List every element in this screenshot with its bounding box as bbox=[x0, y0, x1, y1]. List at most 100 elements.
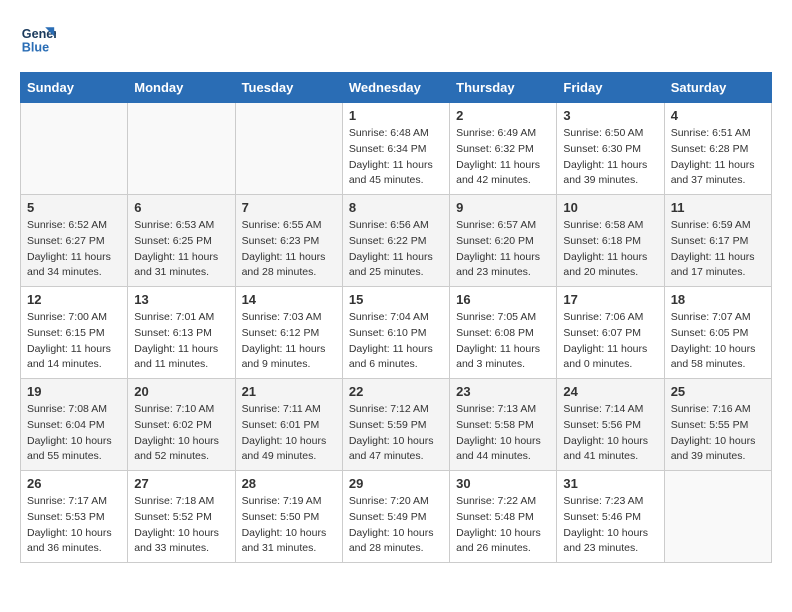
calendar-cell: 10 Sunrise: 6:58 AMSunset: 6:18 PMDayligh… bbox=[557, 195, 664, 287]
calendar-cell: 25Sunrise: 7:16 AMSunset: 5:55 PMDayligh… bbox=[664, 379, 771, 471]
day-info-line: Sunset: 6:22 PM bbox=[349, 234, 443, 250]
day-info-line: Sunrise: 6:49 AM bbox=[456, 126, 550, 142]
calendar-cell: 30Sunrise: 7:22 AMSunset: 5:48 PMDayligh… bbox=[450, 471, 557, 563]
day-info-line: Sunrise: 6:55 AM bbox=[242, 218, 336, 234]
calendar-cell: 27Sunrise: 7:18 AMSunset: 5:52 PMDayligh… bbox=[128, 471, 235, 563]
day-info-line: Daylight: 10 hours and 47 minutes. bbox=[349, 434, 443, 466]
day-info-line: Sunrise: 7:08 AM bbox=[27, 402, 121, 418]
weekday-header-row: SundayMondayTuesdayWednesdayThursdayFrid… bbox=[21, 73, 772, 103]
calendar-week-row: 1Sunrise: 6:48 AMSunset: 6:34 PMDaylight… bbox=[21, 103, 772, 195]
day-info-line: Sunrise: 7:18 AM bbox=[134, 494, 228, 510]
calendar-cell: 13Sunrise: 7:01 AMSunset: 6:13 PMDayligh… bbox=[128, 287, 235, 379]
day-info-line: Sunset: 6:02 PM bbox=[134, 418, 228, 434]
calendar-cell: 29Sunrise: 7:20 AMSunset: 5:49 PMDayligh… bbox=[342, 471, 449, 563]
day-info-line: Sunset: 5:46 PM bbox=[563, 510, 657, 526]
calendar-cell: 18Sunrise: 7:07 AMSunset: 6:05 PMDayligh… bbox=[664, 287, 771, 379]
weekday-header-wednesday: Wednesday bbox=[342, 73, 449, 103]
calendar-cell: 15Sunrise: 7:04 AMSunset: 6:10 PMDayligh… bbox=[342, 287, 449, 379]
day-info-line: Daylight: 11 hours and 14 minutes. bbox=[27, 342, 121, 374]
day-info-line: Sunrise: 6:58 AM bbox=[563, 218, 657, 234]
day-info-line: Sunset: 5:50 PM bbox=[242, 510, 336, 526]
day-info-line: Sunset: 5:48 PM bbox=[456, 510, 550, 526]
day-number: 14 bbox=[242, 292, 336, 307]
day-info-line: Daylight: 10 hours and 52 minutes. bbox=[134, 434, 228, 466]
calendar-cell: 21Sunrise: 7:11 AMSunset: 6:01 PMDayligh… bbox=[235, 379, 342, 471]
calendar-cell: 2Sunrise: 6:49 AMSunset: 6:32 PMDaylight… bbox=[450, 103, 557, 195]
day-number: 23 bbox=[456, 384, 550, 399]
day-info-line: Sunrise: 6:57 AM bbox=[456, 218, 550, 234]
day-number: 25 bbox=[671, 384, 765, 399]
day-number: 6 bbox=[134, 200, 228, 215]
calendar-cell: 3Sunrise: 6:50 AMSunset: 6:30 PMDaylight… bbox=[557, 103, 664, 195]
day-info-line: Sunset: 5:56 PM bbox=[563, 418, 657, 434]
day-info-line: Sunset: 6:07 PM bbox=[563, 326, 657, 342]
day-number: 26 bbox=[27, 476, 121, 491]
calendar-cell: 17Sunrise: 7:06 AMSunset: 6:07 PMDayligh… bbox=[557, 287, 664, 379]
day-info-line: Sunrise: 7:13 AM bbox=[456, 402, 550, 418]
calendar-cell: 19Sunrise: 7:08 AMSunset: 6:04 PMDayligh… bbox=[21, 379, 128, 471]
calendar-cell: 23Sunrise: 7:13 AMSunset: 5:58 PMDayligh… bbox=[450, 379, 557, 471]
day-info-line: Sunset: 6:12 PM bbox=[242, 326, 336, 342]
calendar-cell: 1Sunrise: 6:48 AMSunset: 6:34 PMDaylight… bbox=[342, 103, 449, 195]
logo-icon: General Blue bbox=[20, 20, 56, 56]
day-info-line: Sunset: 6:10 PM bbox=[349, 326, 443, 342]
calendar-cell: 9Sunrise: 6:57 AMSunset: 6:20 PMDaylight… bbox=[450, 195, 557, 287]
day-info-line: Sunrise: 7:23 AM bbox=[563, 494, 657, 510]
logo: General Blue bbox=[20, 20, 60, 56]
calendar-cell: 5Sunrise: 6:52 AMSunset: 6:27 PMDaylight… bbox=[21, 195, 128, 287]
day-info-line: Daylight: 11 hours and 39 minutes. bbox=[563, 158, 657, 190]
day-info-line: Sunset: 6:25 PM bbox=[134, 234, 228, 250]
day-info-line: Sunset: 6:05 PM bbox=[671, 326, 765, 342]
calendar-cell: 11Sunrise: 6:59 AMSunset: 6:17 PMDayligh… bbox=[664, 195, 771, 287]
day-info-line: Daylight: 11 hours and 31 minutes. bbox=[134, 250, 228, 282]
day-info-line: Daylight: 10 hours and 41 minutes. bbox=[563, 434, 657, 466]
day-number: 4 bbox=[671, 108, 765, 123]
day-number: 30 bbox=[456, 476, 550, 491]
day-number: 19 bbox=[27, 384, 121, 399]
day-info-line: Sunrise: 7:16 AM bbox=[671, 402, 765, 418]
calendar-cell: 4Sunrise: 6:51 AMSunset: 6:28 PMDaylight… bbox=[664, 103, 771, 195]
day-info-line: Sunrise: 7:01 AM bbox=[134, 310, 228, 326]
day-info-line: Sunset: 5:59 PM bbox=[349, 418, 443, 434]
calendar-week-row: 12Sunrise: 7:00 AMSunset: 6:15 PMDayligh… bbox=[21, 287, 772, 379]
day-info-line: Sunrise: 7:20 AM bbox=[349, 494, 443, 510]
day-number: 13 bbox=[134, 292, 228, 307]
day-info-line: Daylight: 11 hours and 11 minutes. bbox=[134, 342, 228, 374]
day-info-line: Daylight: 11 hours and 20 minutes. bbox=[563, 250, 657, 282]
day-info-line: Sunrise: 7:04 AM bbox=[349, 310, 443, 326]
day-number: 27 bbox=[134, 476, 228, 491]
day-number: 5 bbox=[27, 200, 121, 215]
day-info-line: Sunrise: 7:10 AM bbox=[134, 402, 228, 418]
weekday-header-tuesday: Tuesday bbox=[235, 73, 342, 103]
weekday-header-friday: Friday bbox=[557, 73, 664, 103]
day-info-line: Sunrise: 7:11 AM bbox=[242, 402, 336, 418]
day-info-line: Daylight: 10 hours and 49 minutes. bbox=[242, 434, 336, 466]
day-number: 11 bbox=[671, 200, 765, 215]
calendar-cell bbox=[664, 471, 771, 563]
calendar-cell: 7Sunrise: 6:55 AMSunset: 6:23 PMDaylight… bbox=[235, 195, 342, 287]
day-info-line: Daylight: 11 hours and 42 minutes. bbox=[456, 158, 550, 190]
day-info-line: Sunset: 6:17 PM bbox=[671, 234, 765, 250]
day-number: 17 bbox=[563, 292, 657, 307]
day-number: 10 bbox=[563, 200, 657, 215]
day-number: 16 bbox=[456, 292, 550, 307]
calendar-cell: 16Sunrise: 7:05 AMSunset: 6:08 PMDayligh… bbox=[450, 287, 557, 379]
day-info-line: Sunset: 6:18 PM bbox=[563, 234, 657, 250]
day-info-line: Daylight: 10 hours and 26 minutes. bbox=[456, 526, 550, 558]
day-info-line: Sunrise: 7:05 AM bbox=[456, 310, 550, 326]
calendar-cell bbox=[235, 103, 342, 195]
day-info-line: Sunrise: 7:19 AM bbox=[242, 494, 336, 510]
day-number: 21 bbox=[242, 384, 336, 399]
calendar-cell: 12Sunrise: 7:00 AMSunset: 6:15 PMDayligh… bbox=[21, 287, 128, 379]
day-info-line: Sunset: 6:30 PM bbox=[563, 142, 657, 158]
day-info-line: Sunrise: 6:59 AM bbox=[671, 218, 765, 234]
calendar-table: SundayMondayTuesdayWednesdayThursdayFrid… bbox=[20, 72, 772, 563]
day-info-line: Sunset: 6:34 PM bbox=[349, 142, 443, 158]
calendar-cell: 6Sunrise: 6:53 AMSunset: 6:25 PMDaylight… bbox=[128, 195, 235, 287]
day-number: 29 bbox=[349, 476, 443, 491]
day-info-line: Daylight: 11 hours and 9 minutes. bbox=[242, 342, 336, 374]
day-info-line: Sunset: 6:28 PM bbox=[671, 142, 765, 158]
day-info-line: Daylight: 10 hours and 33 minutes. bbox=[134, 526, 228, 558]
day-number: 15 bbox=[349, 292, 443, 307]
calendar-cell: 31Sunrise: 7:23 AMSunset: 5:46 PMDayligh… bbox=[557, 471, 664, 563]
